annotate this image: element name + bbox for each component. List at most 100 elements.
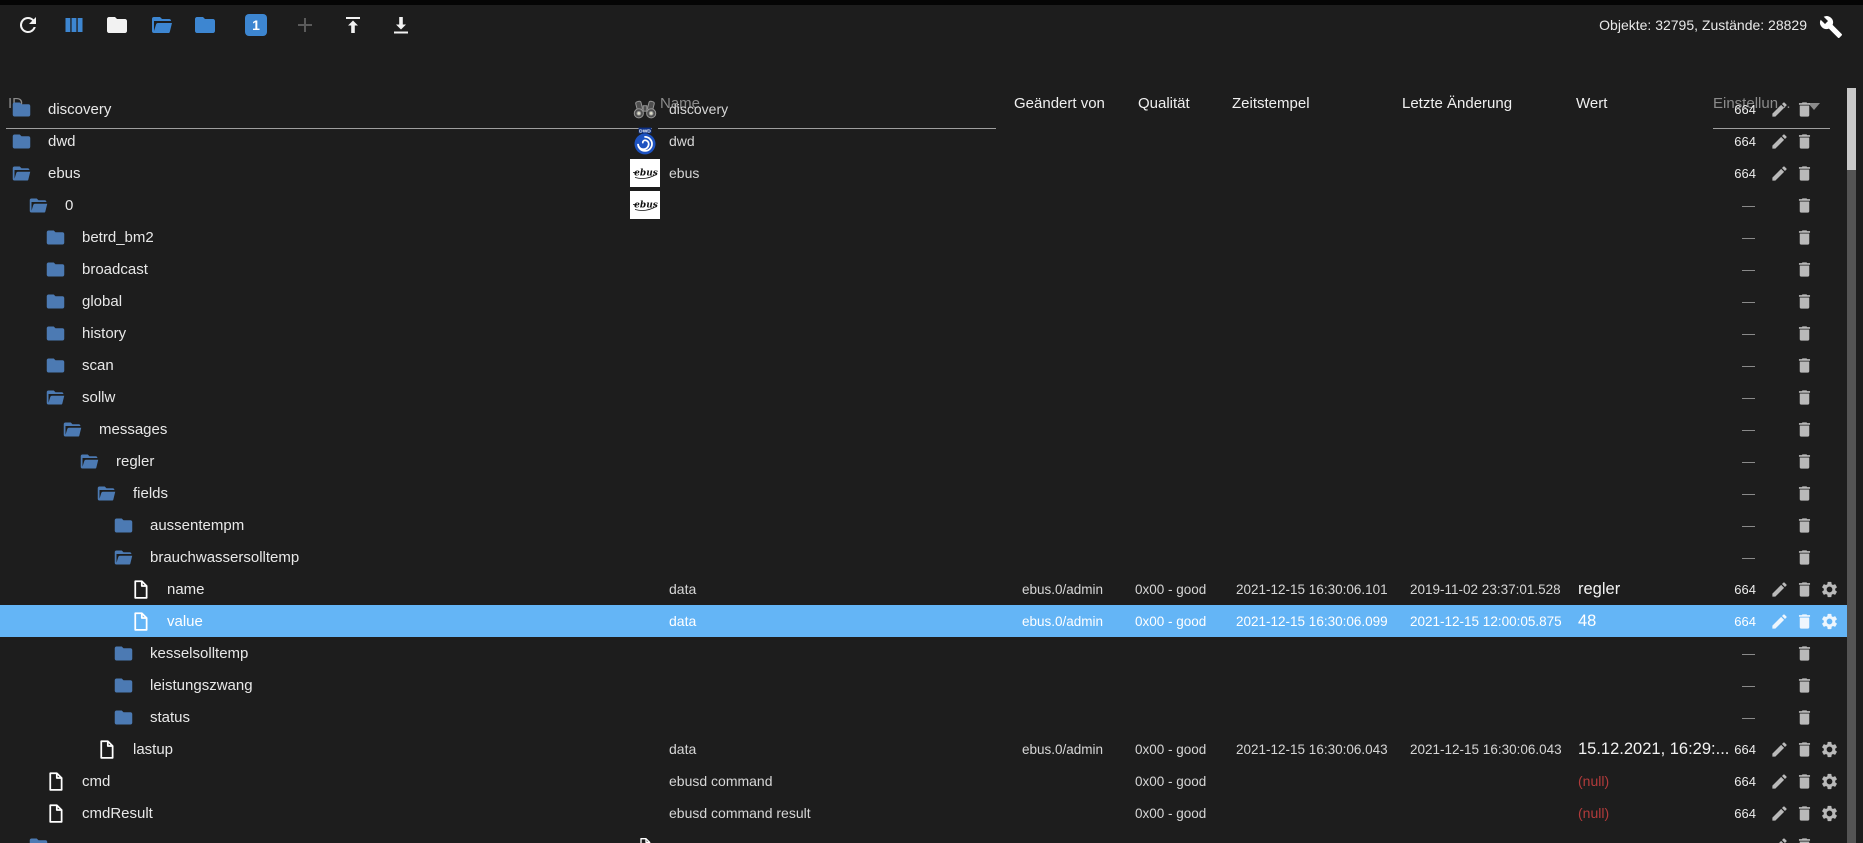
file-icon[interactable] bbox=[44, 802, 66, 824]
edit-pencil-icon[interactable] bbox=[1768, 738, 1790, 760]
object-row-betrd_bm2[interactable]: betrd_bm2 — bbox=[0, 221, 1847, 253]
object-id-label[interactable]: 0 bbox=[65, 197, 73, 214]
value-cell[interactable]: 15.12.2021, 16:29:... bbox=[1578, 733, 1729, 765]
edit-pencil-icon[interactable] bbox=[1768, 130, 1790, 152]
value-cell[interactable]: 48 bbox=[1578, 605, 1596, 637]
object-id-label[interactable]: fields bbox=[133, 485, 168, 502]
object-row-fields[interactable]: fields — bbox=[0, 477, 1847, 509]
folder-icon[interactable] bbox=[10, 98, 32, 120]
folder-icon[interactable] bbox=[44, 354, 66, 376]
object-id-label[interactable]: betrd_bm2 bbox=[82, 229, 154, 246]
object-row-partial[interactable] bbox=[0, 829, 1847, 843]
default-expand-icon[interactable] bbox=[189, 9, 221, 41]
depth-1-badge[interactable]: 1 bbox=[240, 9, 272, 41]
object-id-label[interactable]: broadcast bbox=[82, 261, 148, 278]
object-id-label[interactable]: history bbox=[82, 325, 126, 342]
delete-trash-icon[interactable] bbox=[1793, 258, 1815, 280]
value-cell[interactable]: regler bbox=[1578, 573, 1620, 605]
object-row-sollw[interactable]: sollw — bbox=[0, 381, 1847, 413]
object-id-label[interactable]: cmdResult bbox=[82, 805, 153, 822]
delete-trash-icon[interactable] bbox=[1793, 130, 1815, 152]
custom-settings-gear-icon[interactable] bbox=[1818, 802, 1840, 824]
edit-pencil-icon[interactable] bbox=[1768, 578, 1790, 600]
object-id-label[interactable]: leistungszwang bbox=[150, 677, 253, 694]
scrollbar-track[interactable] bbox=[1847, 88, 1856, 843]
file-icon[interactable] bbox=[129, 610, 151, 632]
delete-trash-icon[interactable] bbox=[1793, 98, 1815, 120]
folder-icon[interactable] bbox=[112, 642, 134, 664]
value-cell[interactable]: (null) bbox=[1578, 765, 1609, 797]
delete-trash-icon[interactable] bbox=[1793, 450, 1815, 472]
delete-trash-icon[interactable] bbox=[1793, 834, 1815, 843]
object-id-label[interactable]: sollw bbox=[82, 389, 115, 406]
delete-trash-icon[interactable] bbox=[1793, 226, 1815, 248]
object-id-label[interactable]: regler bbox=[116, 453, 154, 470]
edit-pencil-icon[interactable] bbox=[1768, 98, 1790, 120]
file-icon[interactable] bbox=[129, 578, 151, 600]
object-id-label[interactable]: brauchwassersolltemp bbox=[150, 549, 299, 566]
add-object-icon[interactable] bbox=[289, 9, 321, 41]
object-row-global[interactable]: global — bbox=[0, 285, 1847, 317]
folder-icon[interactable] bbox=[112, 514, 134, 536]
delete-trash-icon[interactable] bbox=[1793, 770, 1815, 792]
object-row-messages[interactable]: messages — bbox=[0, 413, 1847, 445]
delete-trash-icon[interactable] bbox=[1793, 386, 1815, 408]
object-id-label[interactable]: value bbox=[167, 613, 203, 630]
folder-open-icon[interactable] bbox=[95, 482, 117, 504]
folder-icon[interactable] bbox=[112, 706, 134, 728]
edit-pencil-icon[interactable] bbox=[1768, 802, 1790, 824]
download-icon[interactable] bbox=[385, 9, 417, 41]
object-row-leistungszwang[interactable]: leistungszwang — bbox=[0, 669, 1847, 701]
object-row-brauchwassersolltemp[interactable]: brauchwassersolltemp — bbox=[0, 541, 1847, 573]
object-row-dwd[interactable]: dwd DWD dwd 664 bbox=[0, 125, 1847, 157]
object-id-label[interactable]: ebus bbox=[48, 165, 81, 182]
upload-icon[interactable] bbox=[337, 9, 369, 41]
object-row-value[interactable]: value data ebus.0/admin 0x00 - good 2021-12-… bbox=[0, 605, 1847, 637]
object-row-discovery[interactable]: discovery discovery 664 bbox=[0, 93, 1847, 125]
delete-trash-icon[interactable] bbox=[1793, 194, 1815, 216]
object-id-label[interactable]: cmd bbox=[82, 773, 110, 790]
edit-pencil-icon[interactable] bbox=[1768, 162, 1790, 184]
object-id-label[interactable]: aussentempm bbox=[150, 517, 244, 534]
folder-open-icon[interactable] bbox=[78, 450, 100, 472]
list-view-icon[interactable] bbox=[58, 9, 90, 41]
delete-trash-icon[interactable] bbox=[1793, 578, 1815, 600]
refresh-icon[interactable] bbox=[12, 9, 44, 41]
folder-icon[interactable] bbox=[27, 834, 49, 843]
object-row-name[interactable]: name data ebus.0/admin 0x00 - good 2021-12-1… bbox=[0, 573, 1847, 605]
folder-icon[interactable] bbox=[10, 130, 32, 152]
object-id-label[interactable]: global bbox=[82, 293, 122, 310]
object-row-kesselsolltemp[interactable]: kesselsolltemp — bbox=[0, 637, 1847, 669]
expand-all-icon[interactable] bbox=[146, 9, 178, 41]
edit-pencil-icon[interactable] bbox=[1768, 834, 1790, 843]
folder-icon[interactable] bbox=[44, 290, 66, 312]
delete-trash-icon[interactable] bbox=[1793, 290, 1815, 312]
object-row-aussentempm[interactable]: aussentempm — bbox=[0, 509, 1847, 541]
delete-trash-icon[interactable] bbox=[1793, 162, 1815, 184]
delete-trash-icon[interactable] bbox=[1793, 514, 1815, 536]
folder-open-icon[interactable] bbox=[44, 386, 66, 408]
object-row-history[interactable]: history — bbox=[0, 317, 1847, 349]
file-icon[interactable] bbox=[95, 738, 117, 760]
delete-trash-icon[interactable] bbox=[1793, 322, 1815, 344]
object-id-label[interactable]: discovery bbox=[48, 101, 111, 118]
file-icon[interactable] bbox=[44, 770, 66, 792]
folder-open-icon[interactable] bbox=[10, 162, 32, 184]
object-id-label[interactable]: dwd bbox=[48, 133, 76, 150]
folder-icon[interactable] bbox=[44, 322, 66, 344]
object-id-label[interactable]: status bbox=[150, 709, 190, 726]
delete-trash-icon[interactable] bbox=[1793, 706, 1815, 728]
custom-settings-gear-icon[interactable] bbox=[1818, 578, 1840, 600]
delete-trash-icon[interactable] bbox=[1793, 642, 1815, 664]
scrollbar-thumb[interactable] bbox=[1847, 88, 1856, 170]
folder-open-icon[interactable] bbox=[112, 546, 134, 568]
folder-open-icon[interactable] bbox=[61, 418, 83, 440]
object-row-cmdResult[interactable]: cmdResult ebusd command result 0x00 - good… bbox=[0, 797, 1847, 829]
delete-trash-icon[interactable] bbox=[1793, 546, 1815, 568]
value-cell[interactable]: (null) bbox=[1578, 797, 1609, 829]
folder-icon[interactable] bbox=[112, 674, 134, 696]
delete-trash-icon[interactable] bbox=[1793, 610, 1815, 632]
object-id-label[interactable]: name bbox=[167, 581, 205, 598]
delete-trash-icon[interactable] bbox=[1793, 354, 1815, 376]
folder-icon[interactable] bbox=[44, 226, 66, 248]
